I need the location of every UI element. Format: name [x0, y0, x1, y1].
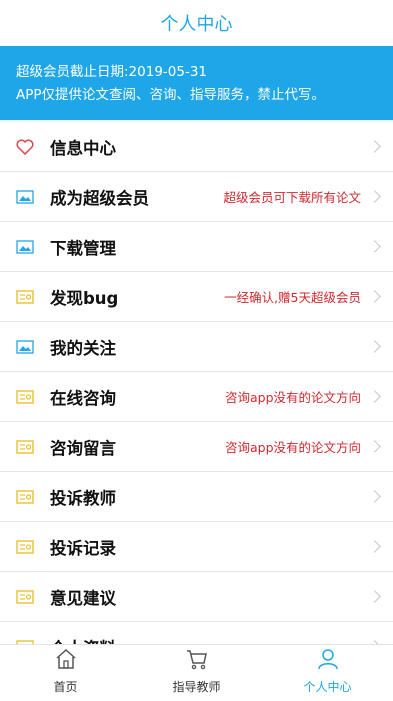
chevron-right-icon	[368, 190, 381, 203]
image-icon	[16, 339, 34, 354]
ticket-icon	[16, 289, 34, 304]
tab-label: 首页	[53, 680, 78, 694]
menu-item-complain-teacher[interactable]: 投诉教师	[0, 472, 393, 522]
tab-label: 个人中心	[303, 680, 352, 694]
chevron-right-icon	[368, 390, 381, 403]
menu-item-complaint-records[interactable]: 投诉记录	[0, 522, 393, 572]
menu-item-label: 成为超级会员	[50, 188, 149, 208]
menu-item-online-consult[interactable]: 在线咨询 咨询app没有的论文方向	[0, 372, 393, 422]
menu-item-consult-message[interactable]: 咨询留言 咨询app没有的论文方向	[0, 422, 393, 472]
menu-item-label: 发现bug	[50, 288, 119, 308]
menu-item-note: 超级会员可下载所有论文	[223, 190, 361, 205]
menu-item-note: 咨询app没有的论文方向	[224, 390, 361, 405]
menu-item-become-super-member[interactable]: 成为超级会员 超级会员可下载所有论文	[0, 172, 393, 222]
menu-item-label: 在线咨询	[50, 388, 116, 408]
tab-home[interactable]: 首页	[0, 645, 131, 701]
ticket-icon	[16, 539, 34, 554]
menu-item-label: 下载管理	[50, 238, 116, 258]
home-icon	[54, 647, 78, 675]
menu-item-label: 咨询留言	[50, 438, 116, 458]
page-title: 个人中心	[160, 14, 233, 35]
menu-item-my-follows[interactable]: 我的关注	[0, 322, 393, 372]
membership-expiry-text: 超级会员截止日期:2019-05-31	[16, 64, 208, 80]
tab-label: 指导教师	[172, 680, 221, 694]
menu-item-feedback[interactable]: 意见建议	[0, 572, 393, 622]
heart-icon	[16, 139, 34, 155]
menu-item-download-management[interactable]: 下载管理	[0, 222, 393, 272]
menu-item-label: 投诉记录	[50, 538, 116, 558]
image-icon	[16, 189, 34, 204]
menu-item-profile[interactable]: 个人资料	[0, 622, 393, 644]
tab-teachers[interactable]: 指导教师	[131, 645, 262, 701]
menu-item-label: 投诉教师	[50, 488, 116, 508]
menu-item-label: 我的关注	[50, 338, 116, 358]
menu-item-note: 一经确认,赠5天超级会员	[224, 290, 361, 305]
top-bar: 个人中心	[0, 0, 393, 46]
menu-list: 信息中心 成为超级会员 超级会员可下载所有论文 下载管理 发现bug 一经确认,…	[0, 122, 393, 644]
tab-personal-center[interactable]: 个人中心	[262, 645, 393, 701]
image-icon	[16, 239, 34, 254]
membership-banner: 超级会员截止日期:2019-05-31 APP仅提供论文查阅、咨询、指导服务，禁…	[0, 46, 393, 120]
service-notice-text: APP仅提供论文查阅、咨询、指导服务，禁止代写。	[16, 87, 326, 103]
user-icon	[316, 647, 340, 675]
ticket-icon	[16, 589, 34, 604]
menu-item-label: 意见建议	[50, 588, 116, 608]
chevron-right-icon	[368, 290, 381, 303]
menu-item-message-center[interactable]: 信息中心	[0, 122, 393, 172]
ticket-icon	[16, 489, 34, 504]
menu-item-report-bug[interactable]: 发现bug 一经确认,赠5天超级会员	[0, 272, 393, 322]
bottom-tab-bar: 首页 指导教师 个人中心	[0, 644, 393, 701]
menu-item-label: 信息中心	[50, 138, 116, 158]
ticket-icon	[16, 389, 34, 404]
ticket-icon	[16, 439, 34, 454]
cart-icon	[185, 647, 209, 675]
chevron-right-icon	[368, 440, 381, 453]
menu-item-note: 咨询app没有的论文方向	[224, 440, 361, 455]
menu-item-label: 个人资料	[50, 635, 393, 645]
